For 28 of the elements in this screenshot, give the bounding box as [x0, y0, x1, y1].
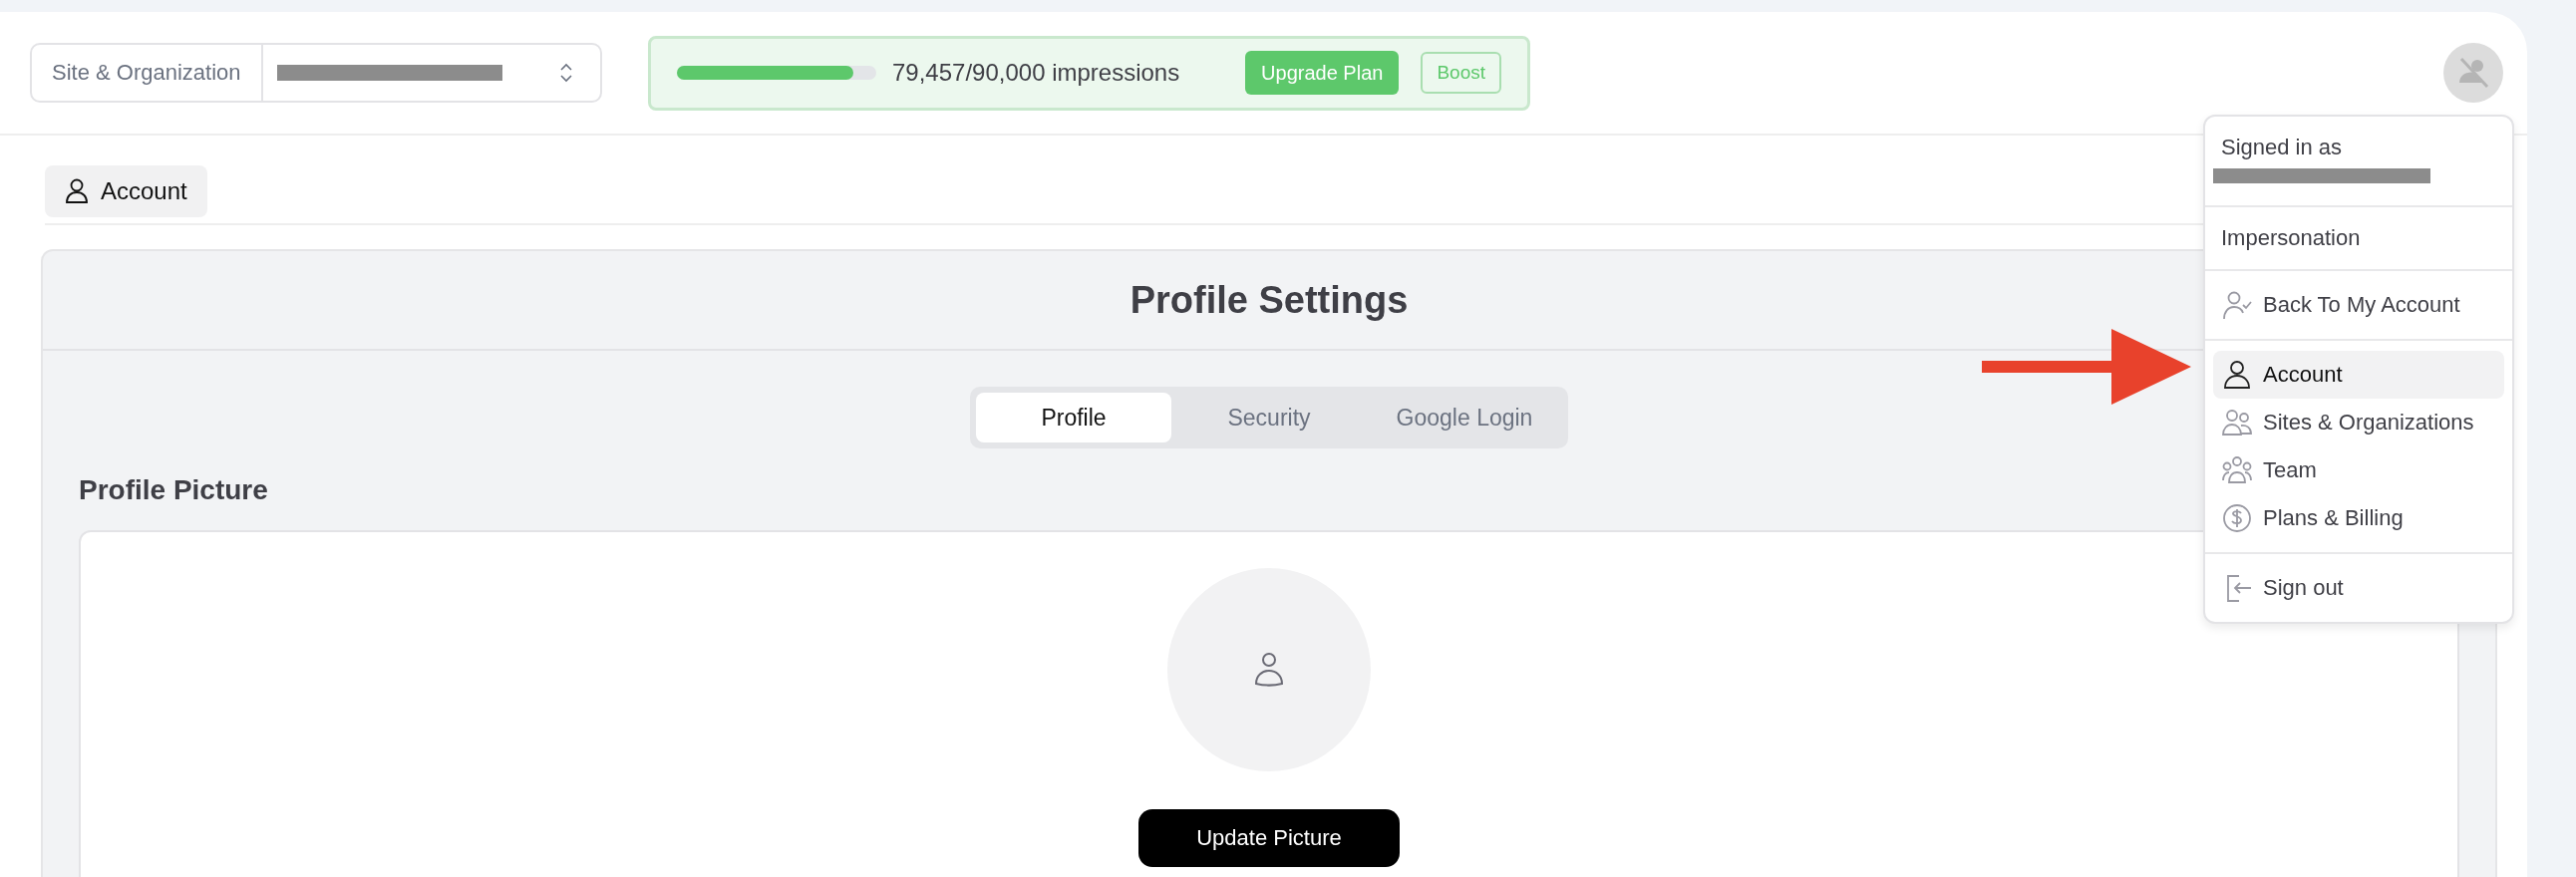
breadcrumb-chip[interactable]: Account [45, 165, 207, 217]
person-icon [2221, 359, 2253, 391]
tab[interactable]: Google Login [1367, 393, 1562, 442]
menu-item[interactable]: Sites & Organizations [2213, 399, 2504, 446]
menu-item[interactable]: Account [2213, 351, 2504, 399]
group-icon [2221, 454, 2253, 486]
menu-item[interactable]: Plans & Billing [2213, 494, 2504, 542]
page-title: Profile Settings [1129, 278, 1409, 322]
impressions-count: 79,457/90,000 impressions [892, 59, 1181, 87]
person-icon [1254, 652, 1284, 688]
person-icon [65, 177, 89, 205]
tab[interactable]: Profile [976, 393, 1171, 442]
chevron-icon [558, 61, 574, 85]
tab[interactable]: Security [1171, 393, 1367, 442]
breadcrumb-label: Account [101, 177, 187, 205]
menu-item[interactable]: Sign out [2213, 564, 2504, 612]
menu-item[interactable]: Back To My Account [2213, 281, 2504, 329]
section-title: Profile Picture [79, 474, 269, 506]
menu-item[interactable]: Team [2213, 446, 2504, 494]
selector-label: Site & Organization [32, 45, 263, 101]
avatar[interactable] [2443, 43, 2503, 103]
update-picture-button[interactable]: Update Picture [1138, 809, 1400, 867]
site-selector[interactable]: Site & Organization [30, 43, 602, 103]
user-check-icon [2221, 289, 2253, 321]
dollar-icon [2221, 502, 2253, 534]
section-label: Impersonation [2220, 224, 2362, 252]
people-icon [2221, 407, 2253, 438]
signed-in-label: Signed in as [2220, 134, 2344, 161]
